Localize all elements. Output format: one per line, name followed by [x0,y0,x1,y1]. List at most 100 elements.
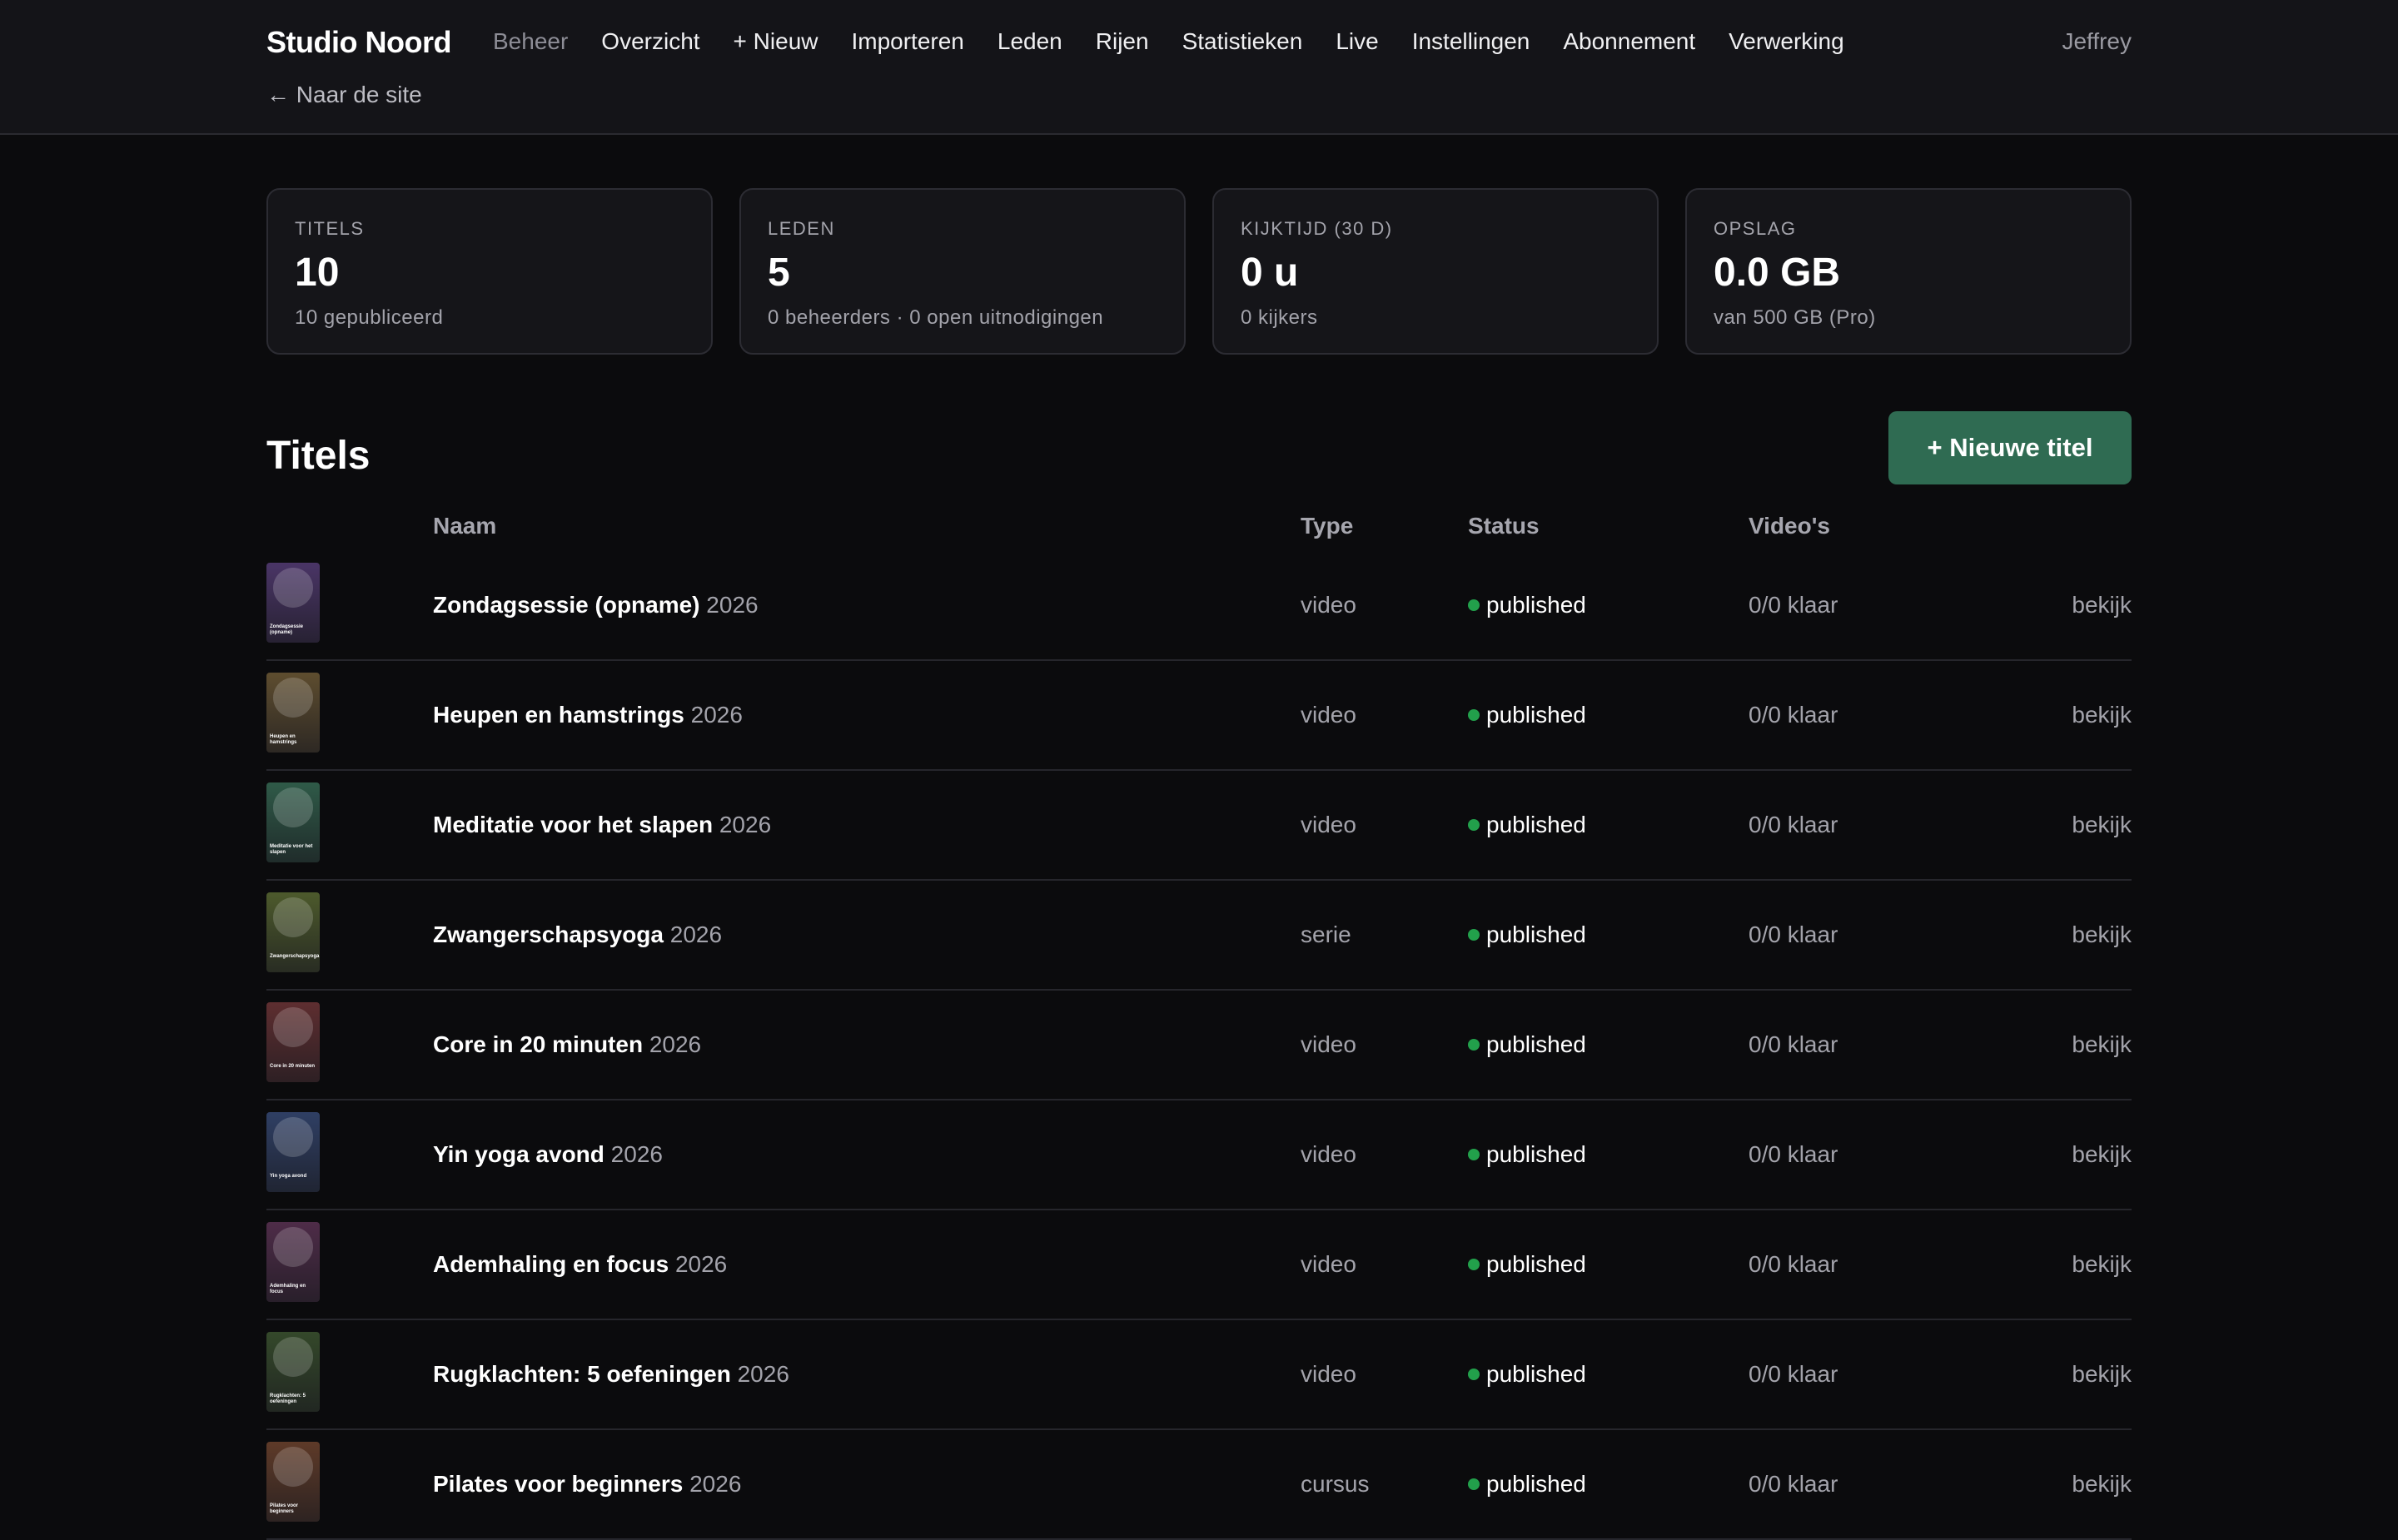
table-header: Naam Type Status Video's [266,509,2132,551]
videos-ready: 0/0 klaar [1749,1361,1838,1387]
column-header-type[interactable]: Type [1301,513,1353,539]
view-link[interactable]: bekijk [2072,811,2132,839]
title-name-cell: Pilates voor beginners 2026 [433,1470,741,1498]
thumbnail-caption: Ademhaling en focus [270,1284,306,1294]
title-thumbnail[interactable]: Core in 20 minuten [266,1002,320,1082]
view-link[interactable]: bekijk [2072,591,2132,619]
title-name[interactable]: Zondagsessie (opname) [433,592,700,618]
title-year: 2026 [719,812,772,837]
table-row[interactable]: Zwangerschapsyoga Zwangerschapsyoga 2026 s… [266,881,2132,991]
title-type: video [1301,1141,1356,1167]
view-link[interactable]: bekijk [2072,701,2132,729]
column-header-name[interactable]: Naam [433,513,496,539]
table-row[interactable]: Zondagsessie (opname) Zondagsessie (opnam… [266,551,2132,661]
nav-item-importeren[interactable]: Importeren [851,28,963,55]
status-badge: published [1468,1250,1586,1279]
nav-item-abonnement[interactable]: Abonnement [1563,28,1695,55]
nav-item-overzicht[interactable]: Overzicht [601,28,699,55]
status-dot-icon [1468,819,1480,831]
status-badge: published [1468,1140,1586,1169]
table-row[interactable]: Meditatie voor het slapen Meditatie voor … [266,771,2132,881]
status-badge: published [1468,811,1586,839]
title-name[interactable]: Core in 20 minuten [433,1031,643,1057]
stat-subtext: 0 kijkers [1241,306,1318,329]
title-name[interactable]: Meditatie voor het slapen [433,812,713,837]
stat-label: OPSLAG [1714,218,1797,239]
view-link[interactable]: bekijk [2072,1031,2132,1059]
table-row[interactable]: Core in 20 minuten Core in 20 minuten 202… [266,991,2132,1100]
status-badge: published [1468,921,1586,949]
status-text: published [1486,1031,1586,1057]
user-menu[interactable]: Jeffrey [2062,28,2132,55]
nav-item-beheer[interactable]: Beheer [493,28,568,55]
nav-item-leden[interactable]: Leden [998,28,1062,55]
thumbnail-caption: Heupen en hamstrings [270,734,297,745]
title-thumbnail[interactable]: Yin yoga avond [266,1112,320,1192]
title-year: 2026 [689,1471,742,1497]
title-name[interactable]: Zwangerschapsyoga [433,922,664,947]
column-header-status[interactable]: Status [1468,513,1540,539]
title-type: serie [1301,922,1351,947]
status-text: published [1486,1141,1586,1167]
title-thumbnail[interactable]: Pilates voor beginners [266,1442,320,1522]
status-badge: published [1468,1470,1586,1498]
nav-item-live[interactable]: Live [1336,28,1378,55]
title-thumbnail[interactable]: Meditatie voor het slapen [266,782,320,862]
title-name[interactable]: Pilates voor beginners [433,1471,683,1497]
stat-subtext: 10 gepubliceerd [295,306,444,329]
title-year: 2026 [610,1141,663,1167]
videos-ready: 0/0 klaar [1749,702,1838,728]
title-thumbnail[interactable]: Ademhaling en focus [266,1222,320,1302]
status-text: published [1486,1361,1586,1387]
thumbnail-circle [273,1117,313,1157]
section-title: Titels [266,434,371,478]
title-year: 2026 [649,1031,702,1057]
table-row[interactable]: Pilates voor beginners Pilates voor begin… [266,1430,2132,1540]
stat-value: 10 [295,251,340,295]
title-thumbnail[interactable]: Zondagsessie (opname) [266,563,320,643]
stat-card-titels: TITELS 10 10 gepubliceerd [266,188,713,355]
videos-ready: 0/0 klaar [1749,1251,1838,1277]
view-link[interactable]: bekijk [2072,1140,2132,1169]
nav-item-rijen[interactable]: Rijen [1096,28,1149,55]
table-row[interactable]: Ademhaling en focus Ademhaling en focus 2… [266,1210,2132,1320]
column-header-videos[interactable]: Video's [1749,513,1830,539]
view-link[interactable]: bekijk [2072,1470,2132,1498]
title-name[interactable]: Heupen en hamstrings [433,702,684,728]
title-type: video [1301,702,1356,728]
title-thumbnail[interactable]: Heupen en hamstrings [266,673,320,753]
table-body: Zondagsessie (opname) Zondagsessie (opnam… [266,551,2132,1540]
table-row[interactable]: Heupen en hamstrings Heupen en hamstrings… [266,661,2132,771]
brand-logo[interactable]: Studio Noord [266,25,451,60]
view-link[interactable]: bekijk [2072,1360,2132,1388]
table-row[interactable]: Rugklachten: 5 oefeningen Rugklachten: 5 … [266,1320,2132,1430]
title-type: video [1301,812,1356,837]
status-badge: published [1468,1031,1586,1059]
stat-value: 0 u [1241,251,1299,295]
view-link[interactable]: bekijk [2072,1250,2132,1279]
thumbnail-caption: Meditatie voor het slapen [270,844,313,855]
title-name[interactable]: Ademhaling en focus [433,1251,669,1277]
view-link[interactable]: bekijk [2072,921,2132,949]
nav-item-nieuw[interactable]: + Nieuw [734,28,818,55]
title-name[interactable]: Rugklachten: 5 oefeningen [433,1361,731,1387]
thumbnail-circle [273,787,313,827]
title-thumbnail[interactable]: Zwangerschapsyoga [266,892,320,972]
nav-item-instellingen[interactable]: Instellingen [1412,28,1530,55]
status-dot-icon [1468,1039,1480,1051]
title-name[interactable]: Yin yoga avond [433,1141,604,1167]
nav-item-statistieken[interactable]: Statistieken [1182,28,1303,55]
thumbnail-caption: Yin yoga avond [270,1174,307,1179]
new-title-button[interactable]: + Nieuwe titel [1888,411,2132,484]
status-text: published [1486,922,1586,947]
title-name-cell: Zondagsessie (opname) 2026 [433,591,759,619]
title-year: 2026 [690,702,743,728]
title-type: cursus [1301,1471,1370,1497]
title-year: 2026 [674,1251,728,1277]
table-row[interactable]: Yin yoga avond Yin yoga avond 2026 video pu… [266,1100,2132,1210]
back-to-site-link[interactable]: ← Naar de site [266,82,422,108]
title-thumbnail[interactable]: Rugklachten: 5 oefeningen [266,1332,320,1412]
nav-item-verwerking[interactable]: Verwerking [1729,28,1844,55]
title-type: video [1301,1361,1356,1387]
status-badge: published [1468,701,1586,729]
